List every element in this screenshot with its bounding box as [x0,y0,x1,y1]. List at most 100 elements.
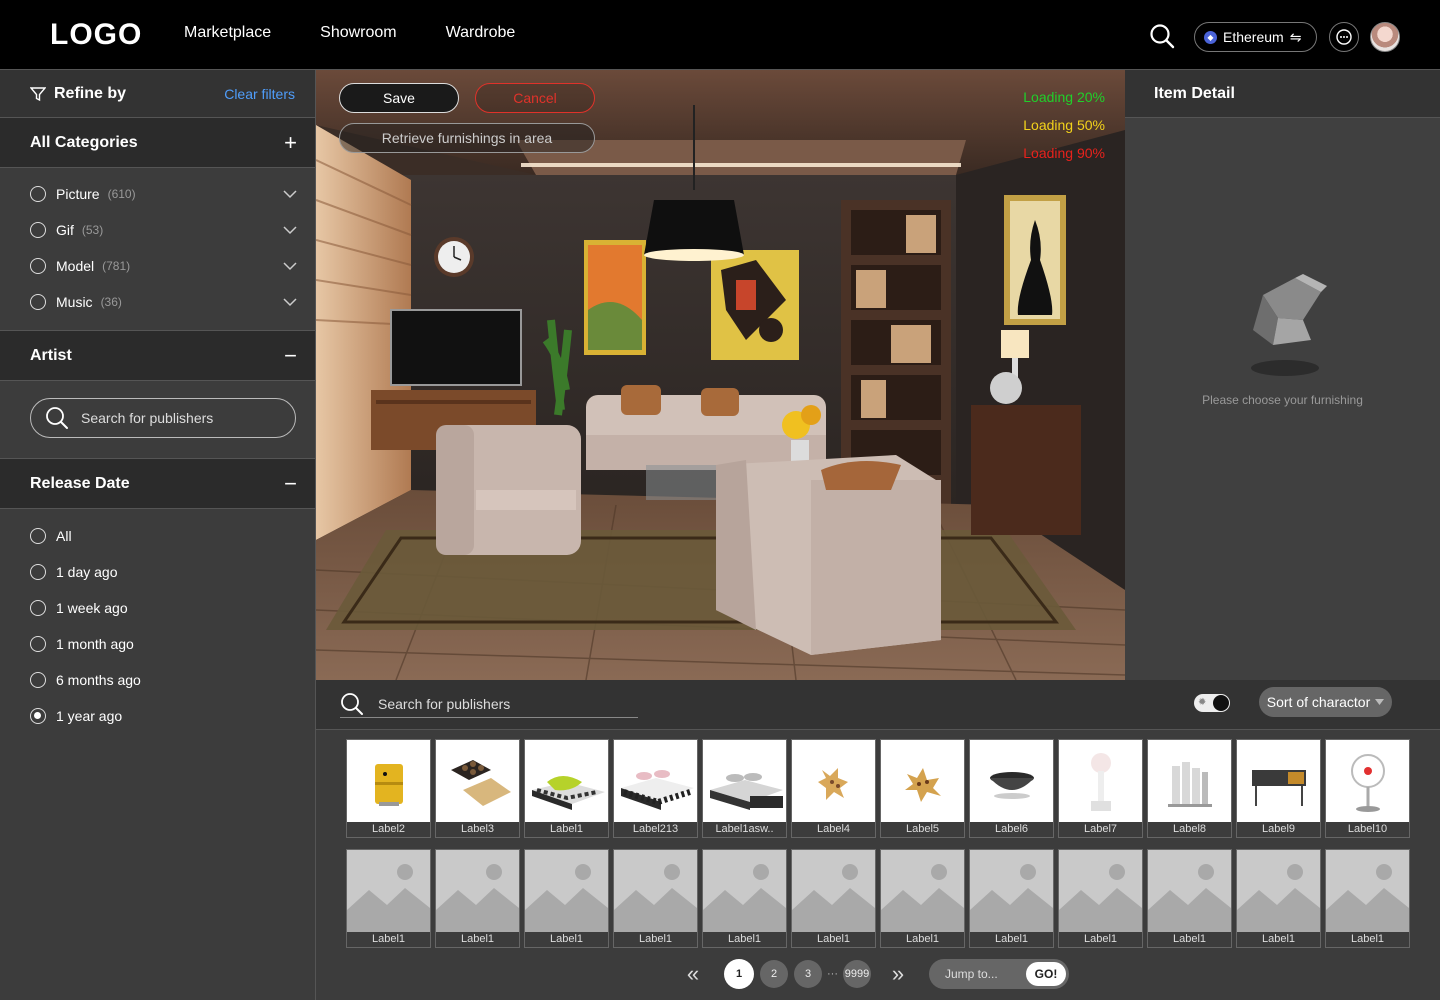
release-date-list: All 1 day ago 1 week ago 1 month ago 6 m… [0,509,315,734]
asset-tile[interactable]: Label9 [1236,739,1321,838]
jump-to-page-input[interactable]: Jump to... GO! [929,959,1069,989]
image-placeholder-icon [525,864,608,933]
sort-dropdown[interactable]: Sort of charactor [1259,687,1392,717]
asset-label: Label1 [614,932,697,947]
radio-button[interactable] [30,600,46,616]
chevron-down-icon[interactable] [283,297,297,307]
chevron-down-icon[interactable] [283,189,297,199]
nav-wardrobe[interactable]: Wardrobe [446,24,516,42]
asset-label: Label1 [792,932,875,947]
expand-icon[interactable]: + [284,130,297,156]
collapse-icon[interactable]: − [284,343,297,369]
asset-tile[interactable]: Label8 [1147,739,1232,838]
main-nav: Marketplace Showroom Wardrobe [184,24,515,42]
asset-tile-placeholder[interactable]: Label1 [1325,849,1410,948]
category-gif[interactable]: Gif (53) [0,212,315,248]
asset-tile-placeholder[interactable]: Label1 [969,849,1054,948]
logo[interactable]: LOGO [50,18,142,52]
retrieve-furnishings-button[interactable]: Retrieve furnishings in area [339,123,595,153]
release-option-6-months[interactable]: 6 months ago [0,662,315,698]
release-option-1-month[interactable]: 1 month ago [0,626,315,662]
asset-tile-placeholder[interactable]: Label1 [524,849,609,948]
asset-tile-placeholder[interactable]: Label1 [1058,849,1143,948]
asset-label: Label1 [703,932,786,947]
cancel-button[interactable]: Cancel [475,83,595,113]
asset-label: Label1 [881,932,964,947]
release-option-1-week[interactable]: 1 week ago [0,590,315,626]
asset-tile-placeholder[interactable]: Label1 [702,849,787,948]
showroom-viewport[interactable]: Save Cancel Retrieve furnishings in area… [316,70,1125,680]
asset-tile-placeholder[interactable]: Label1 [435,849,520,948]
asset-label: Label1 [1326,932,1409,947]
asset-tile-placeholder[interactable]: Label1 [880,849,965,948]
book-stand-icon [1167,761,1212,807]
asset-label: Label1 [970,932,1053,947]
collapse-icon[interactable]: − [284,471,297,497]
categories-header[interactable]: All Categories + [0,118,315,168]
nav-showroom[interactable]: Showroom [320,24,396,42]
radio-button[interactable] [30,258,46,274]
artist-search-placeholder: Search for publishers [81,410,214,426]
radio-button-selected[interactable] [30,708,46,724]
category-picture[interactable]: Picture (610) [0,176,315,212]
radio-button[interactable] [30,564,46,580]
rug-icon [817,767,848,800]
room-render[interactable] [316,70,1125,680]
filter-icon [30,86,46,101]
asset-tile[interactable]: Label10 [1325,739,1410,838]
asset-tile[interactable]: Label1asw.. [702,739,787,838]
first-page-icon[interactable]: « [683,961,703,987]
asset-tile-placeholder[interactable]: Label1 [791,849,876,948]
page-button[interactable]: 2 [760,960,788,988]
asset-tile-placeholder[interactable]: Label1 [613,849,698,948]
page-button-current[interactable]: 1 [724,959,754,989]
release-option-1-day[interactable]: 1 day ago [0,554,315,590]
go-button[interactable]: GO! [1026,962,1066,986]
release-option-1-year[interactable]: 1 year ago [0,698,315,734]
caret-down-icon [1375,699,1385,705]
save-button[interactable]: Save [339,83,459,113]
category-music[interactable]: Music (36) [0,284,315,320]
user-avatar[interactable] [1370,22,1400,52]
asset-tile[interactable]: Label7 [1058,739,1143,838]
chevron-down-icon[interactable] [283,225,297,235]
release-date-header[interactable]: Release Date − [0,459,315,509]
nav-marketplace[interactable]: Marketplace [184,24,271,42]
category-model[interactable]: Model (781) [0,248,315,284]
asset-tile-placeholder[interactable]: Label1 [346,849,431,948]
search-icon[interactable] [1148,22,1176,50]
radio-button[interactable] [30,636,46,652]
asset-tile[interactable]: Label5 [880,739,965,838]
lamp-icon [1090,752,1111,811]
asset-tile[interactable]: Label1 [524,739,609,838]
clear-filters-link[interactable]: Clear filters [224,86,295,102]
asset-tile[interactable]: Label213 [613,739,698,838]
image-placeholder-icon [703,864,786,933]
asset-tile[interactable]: Label4 [791,739,876,838]
radio-button[interactable] [30,186,46,202]
loading-status-50: Loading 50% [1023,117,1105,133]
asset-tile[interactable]: Label2 [346,739,431,838]
theme-toggle[interactable]: ✹ [1194,694,1230,712]
chat-button[interactable] [1329,22,1359,52]
asset-label: Label9 [1237,822,1320,837]
page-button[interactable]: 3 [794,960,822,988]
asset-tile-placeholder[interactable]: Label1 [1236,849,1321,948]
chevron-down-icon[interactable] [283,261,297,271]
artist-header[interactable]: Artist − [0,331,315,381]
network-selector[interactable]: ◆ Ethereum ⇋ [1194,22,1317,52]
radio-button[interactable] [30,222,46,238]
artist-search-input[interactable]: Search for publishers [30,398,296,438]
asset-tile[interactable]: Label6 [969,739,1054,838]
release-option-all[interactable]: All [0,518,315,554]
asset-tile[interactable]: Label3 [435,739,520,838]
page-button-last[interactable]: 9999 [843,960,871,988]
last-page-icon[interactable]: » [888,961,908,987]
radio-button[interactable] [30,672,46,688]
asset-search-input[interactable]: Search for publishers [340,690,638,718]
radio-button[interactable] [30,294,46,310]
radio-button[interactable] [30,528,46,544]
asset-label: Label1 [1059,932,1142,947]
category-count: (610) [107,187,136,201]
asset-tile-placeholder[interactable]: Label1 [1147,849,1232,948]
